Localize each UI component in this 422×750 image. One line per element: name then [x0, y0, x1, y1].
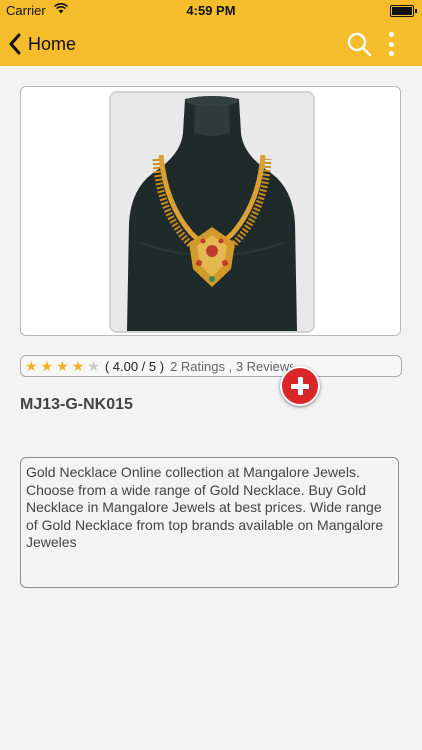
ratings-reviews-count[interactable]: 2 Ratings , 3 Reviews [170, 359, 293, 374]
necklace-image [111, 93, 313, 331]
star-empty-icon: ★ [87, 358, 100, 374]
product-image-card [20, 86, 401, 336]
more-options-icon[interactable] [382, 30, 400, 58]
clock: 4:59 PM [186, 3, 236, 18]
star-filled-icon: ★ [56, 358, 69, 374]
status-bar: Carrier 4:59 PM [0, 0, 422, 22]
rating-bar[interactable]: ★ ★ ★ ★ ★ ( 4.00 / 5 ) 2 Ratings , 3 Rev… [20, 355, 402, 377]
battery-icon [390, 5, 417, 17]
search-icon[interactable] [346, 31, 372, 57]
chevron-left-icon [9, 33, 21, 55]
star-filled-icon: ★ [40, 358, 54, 374]
back-button[interactable]: Home [8, 28, 76, 60]
navigation-bar: Home [0, 22, 422, 66]
add-review-button[interactable] [280, 366, 320, 406]
star-filled-icon: ★ [25, 358, 38, 374]
product-code: MJ13-G-NK015 [20, 396, 133, 413]
product-image[interactable] [109, 91, 315, 333]
back-label: Home [28, 33, 77, 54]
star-filled-icon: ★ [71, 358, 85, 374]
rating-score: ( 4.00 / 5 ) [104, 358, 165, 374]
product-description: Gold Necklace Online collection at Manga… [20, 457, 399, 588]
